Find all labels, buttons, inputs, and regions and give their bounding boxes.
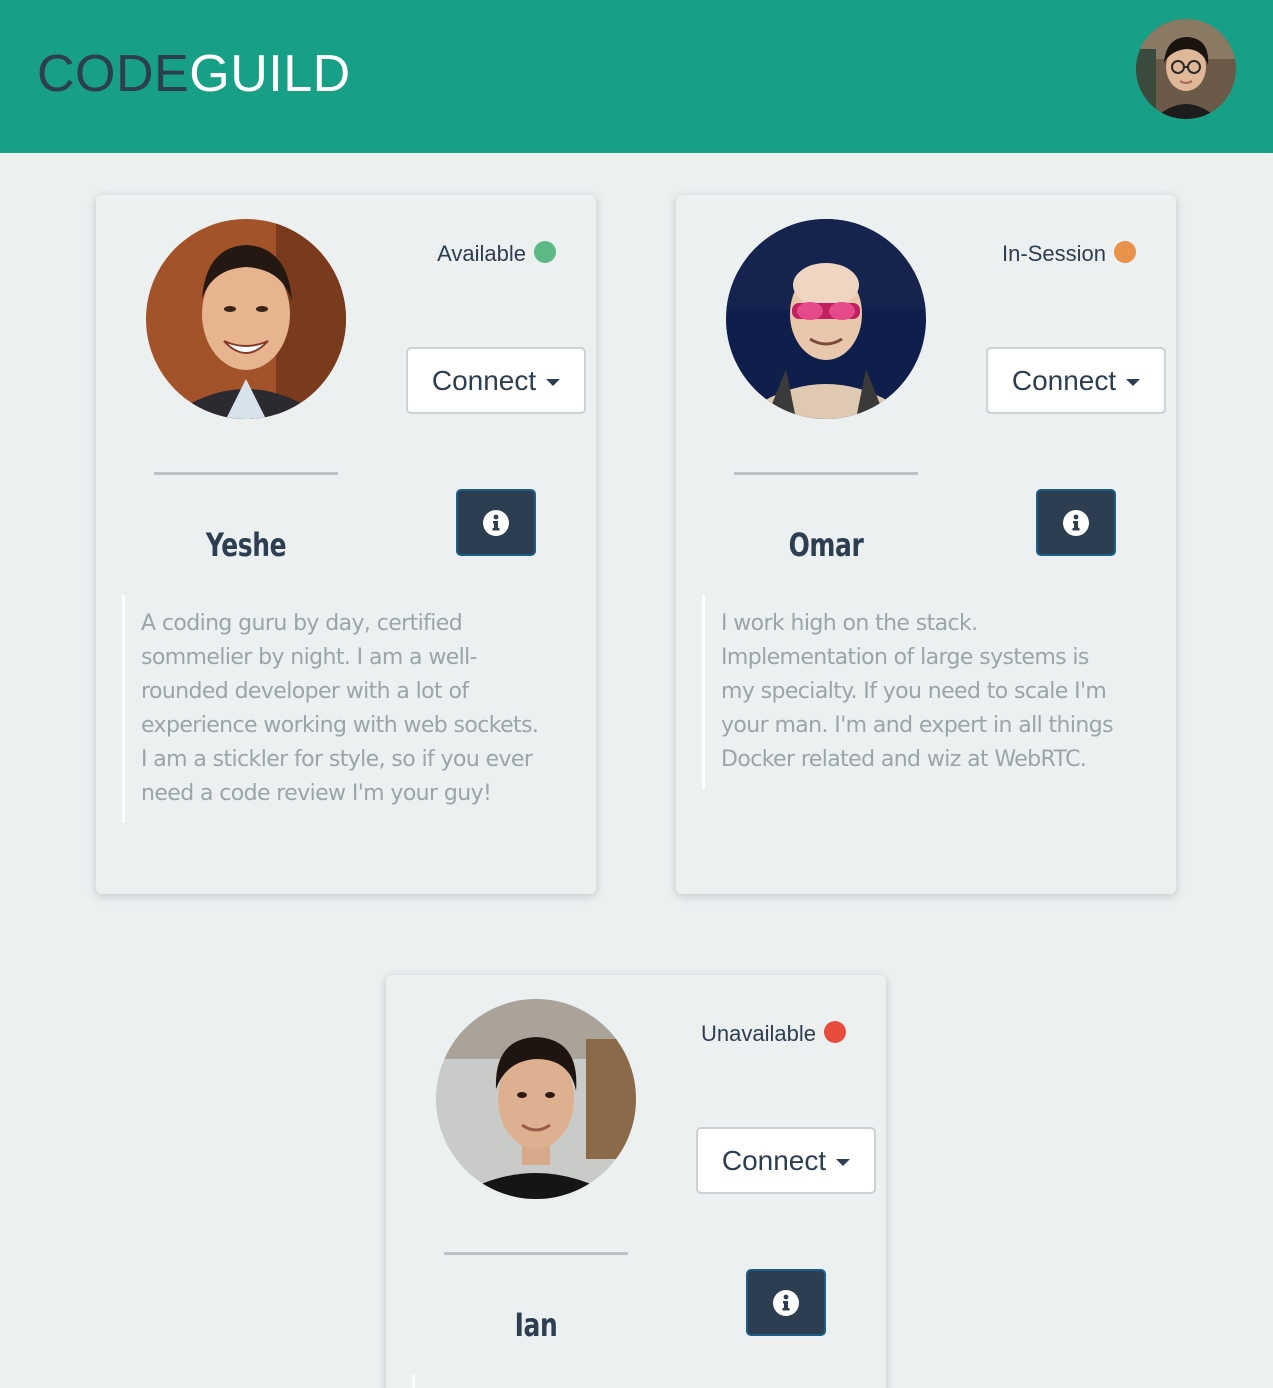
- brand-logo[interactable]: CODEGUILD: [37, 44, 351, 104]
- divider: [154, 472, 338, 475]
- brand-text-guild: GUILD: [189, 45, 351, 103]
- status-indicator: Unavailable: [701, 1021, 846, 1047]
- info-button[interactable]: [456, 489, 536, 556]
- connect-label: Connect: [1011, 364, 1117, 396]
- mentor-name: Yeshe: [205, 526, 287, 564]
- connect-label: Connect: [431, 364, 537, 396]
- status-label: In-Session: [1002, 241, 1106, 266]
- top-navbar: CODEGUILD: [0, 0, 1273, 153]
- info-button[interactable]: [746, 1269, 826, 1336]
- info-circle-icon: [773, 1289, 799, 1316]
- mentor-name: Ian: [514, 1306, 558, 1344]
- connect-label: Connect: [721, 1144, 827, 1176]
- connect-dropdown-button[interactable]: Connect: [406, 347, 586, 414]
- mentor-card-omar: In-Session Connect Omar I work high on t…: [676, 195, 1176, 894]
- status-dot: [534, 241, 556, 263]
- caret-down-icon: [836, 1158, 851, 1166]
- connect-dropdown-button[interactable]: Connect: [986, 347, 1166, 414]
- caret-down-icon: [1126, 378, 1141, 386]
- mentor-avatar: [726, 219, 926, 419]
- status-label: Unavailable: [701, 1021, 816, 1046]
- user-avatar[interactable]: [1136, 19, 1236, 119]
- mentor-avatar: [436, 999, 636, 1199]
- mentor-bio: [412, 1375, 832, 1388]
- status-dot: [824, 1021, 846, 1043]
- connect-dropdown-button[interactable]: Connect: [696, 1127, 876, 1194]
- status-label: Available: [437, 241, 526, 266]
- status-dot: [1114, 241, 1136, 263]
- info-circle-icon: [483, 509, 509, 536]
- mentor-avatar: [146, 219, 346, 419]
- caret-down-icon: [546, 378, 561, 386]
- info-button[interactable]: [1036, 489, 1116, 556]
- mentor-card-ian: Unavailable Connect Ian: [386, 975, 886, 1388]
- divider: [734, 472, 918, 475]
- mentor-name: Omar: [788, 526, 864, 564]
- mentor-bio: A coding guru by day, certified sommelie…: [122, 595, 542, 823]
- divider: [444, 1252, 628, 1255]
- status-indicator: Available: [437, 241, 556, 267]
- info-circle-icon: [1063, 509, 1089, 536]
- status-indicator: In-Session: [1002, 241, 1136, 267]
- brand-text-code: CODE: [37, 45, 190, 103]
- mentor-bio: I work high on the stack. Implementation…: [702, 595, 1122, 789]
- mentor-card-yeshe: Available Connect Yeshe A coding guru by…: [96, 195, 596, 894]
